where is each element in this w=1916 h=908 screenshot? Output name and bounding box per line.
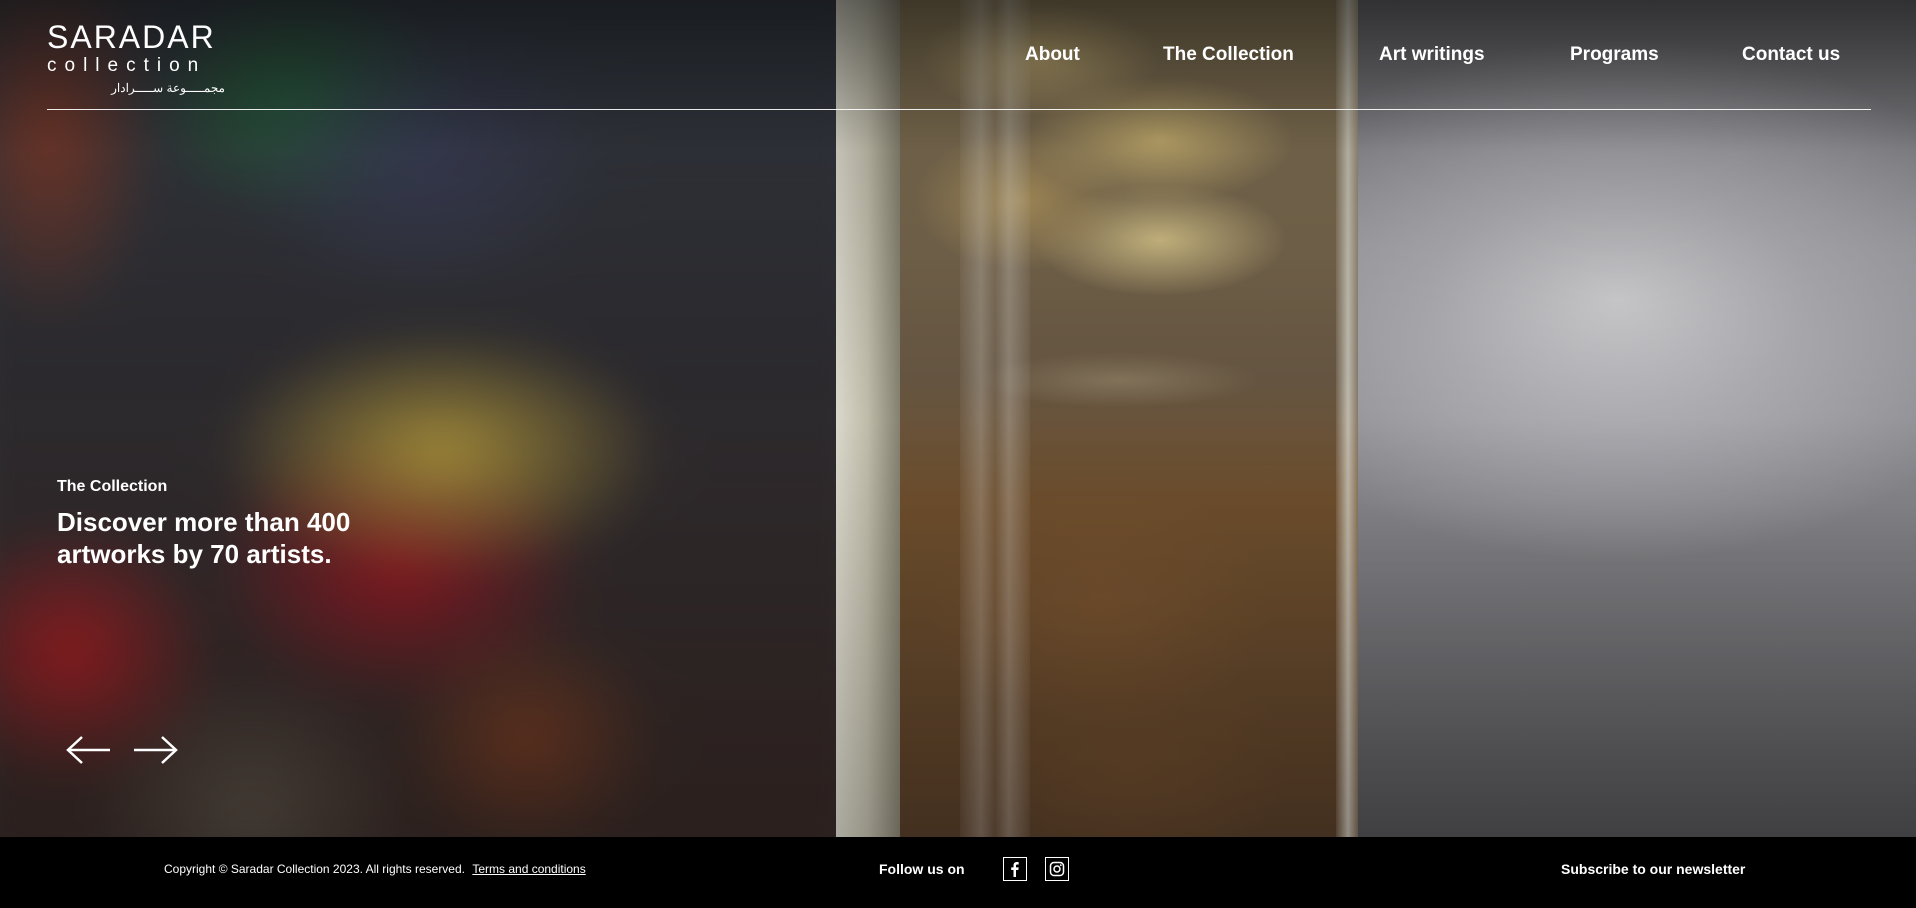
- nav-item-about[interactable]: About: [1025, 42, 1080, 68]
- arrow-right-icon[interactable]: [132, 733, 178, 767]
- hero-headline: Discover more than 400 artworks by 70 ar…: [57, 507, 351, 569]
- subscribe-newsletter-link[interactable]: Subscribe to our newsletter: [1561, 861, 1745, 877]
- hero-overlay: [0, 0, 1916, 837]
- logo-arabic-text: مجمـــــوعة ســـــرادار: [111, 81, 225, 95]
- nav-item-contact-us[interactable]: Contact us: [1742, 42, 1840, 68]
- arrow-left-icon[interactable]: [66, 733, 112, 767]
- terms-link[interactable]: Terms and conditions: [472, 862, 585, 876]
- hero-slider: [0, 0, 1916, 837]
- nav-item-art-writings[interactable]: Art writings: [1379, 42, 1485, 68]
- nav-item-programs[interactable]: Programs: [1570, 42, 1659, 68]
- hero-kicker: The Collection: [57, 478, 168, 495]
- copyright-label: Copyright © Saradar Collection 2023. All…: [164, 862, 465, 876]
- facebook-icon[interactable]: [1003, 857, 1027, 881]
- slider-controls: [66, 733, 186, 767]
- site-footer: Copyright © Saradar Collection 2023. All…: [0, 837, 1916, 908]
- follow-label: Follow us on: [879, 861, 965, 877]
- nav-item-the-collection[interactable]: The Collection: [1163, 42, 1294, 68]
- instagram-icon[interactable]: [1045, 857, 1069, 881]
- header-divider: [47, 109, 1871, 110]
- copyright-text: Copyright © Saradar Collection 2023. All…: [164, 862, 586, 876]
- main-nav: About The Collection Art writings Progra…: [0, 42, 1916, 72]
